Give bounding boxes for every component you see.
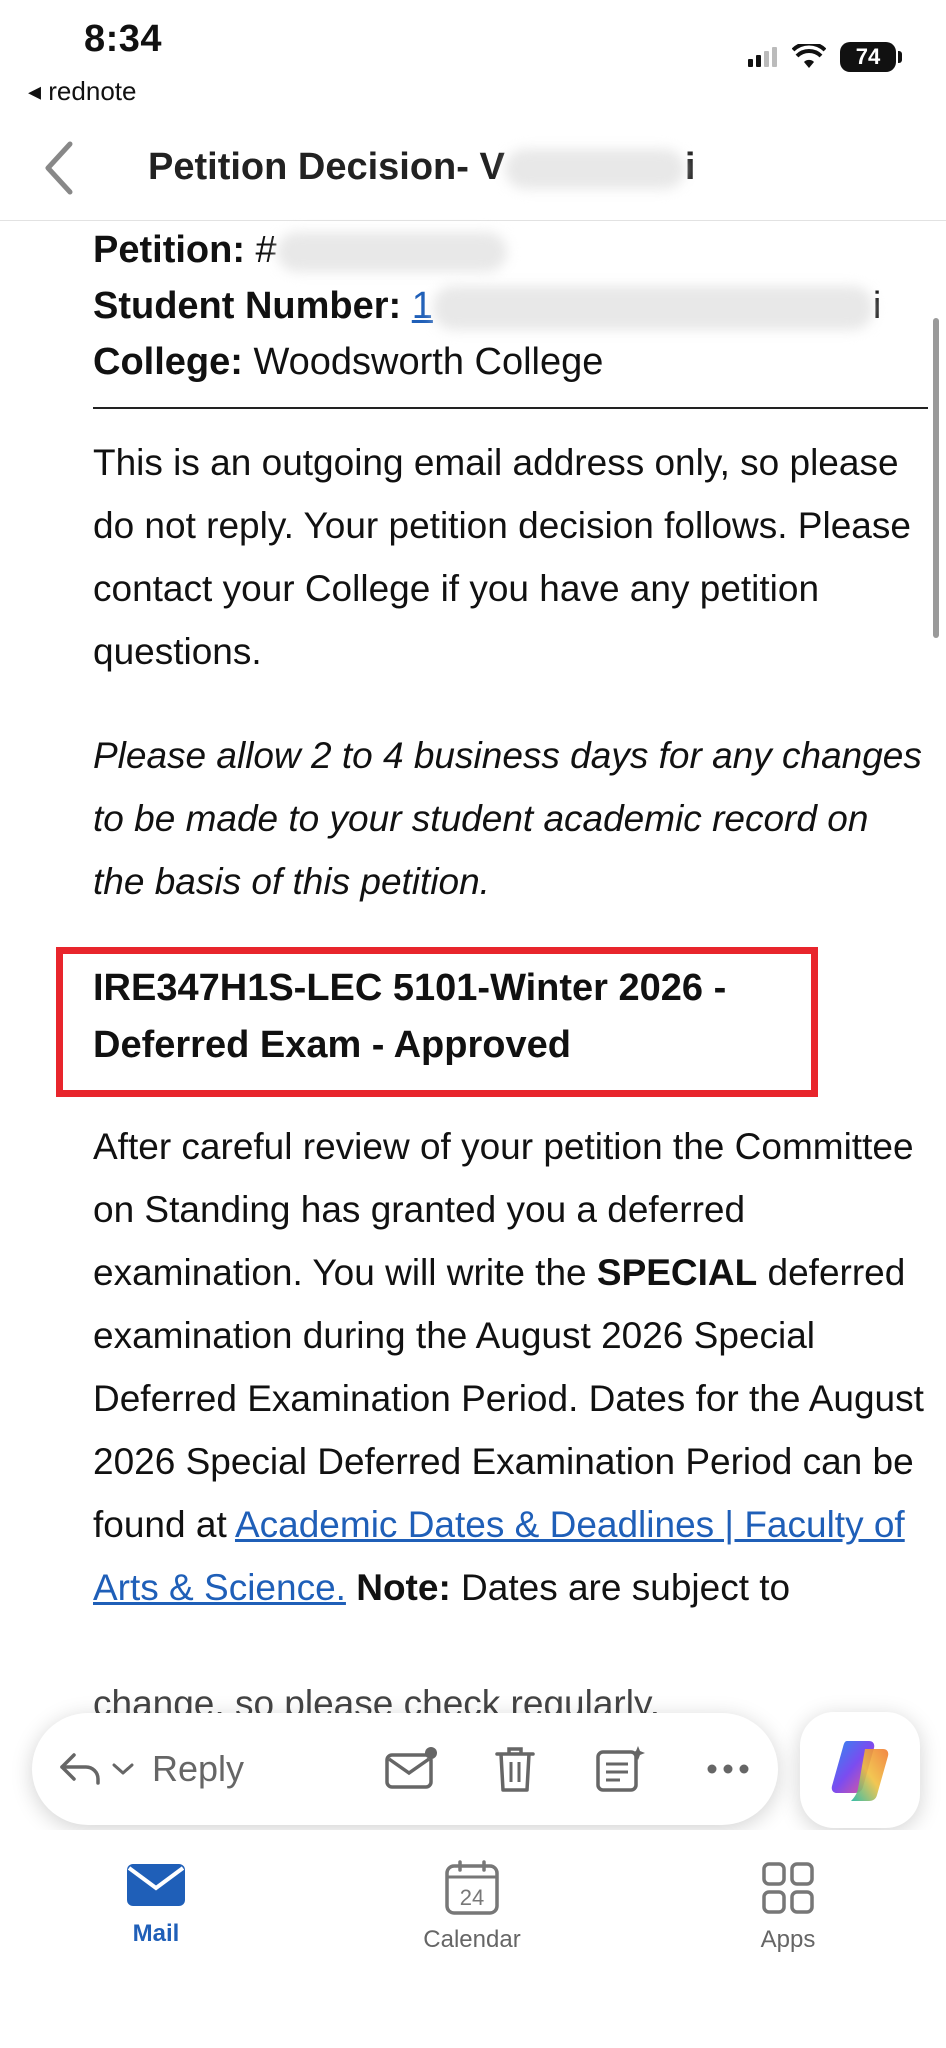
note-text: Dates are subject to — [450, 1567, 791, 1608]
petition-value: # — [255, 229, 277, 271]
mail-icon — [127, 1864, 185, 1906]
more-dots-icon — [707, 1764, 749, 1774]
decision-paragraph: After careful review of your petition th… — [93, 1115, 928, 1619]
student-number-line: Student Number: 1 i — [93, 278, 928, 334]
more-options-button[interactable] — [688, 1713, 768, 1825]
signal-icon — [748, 47, 777, 67]
copilot-button[interactable] — [800, 1712, 920, 1828]
decision-heading-line1: IRE347H1S-LEC 5101-Winter 2026 - — [93, 967, 727, 1009]
summarize-button[interactable] — [580, 1713, 660, 1825]
note-label: Note: — [356, 1567, 451, 1608]
scrollbar[interactable] — [933, 318, 939, 638]
back-to-app-link[interactable]: ◂ rednote — [28, 76, 136, 107]
decision-heading-line2: Deferred Exam - Approved — [93, 1024, 571, 1066]
college-label: College: — [93, 341, 243, 383]
subject-suffix: i — [684, 146, 696, 188]
decision-special: SPECIAL — [596, 1252, 758, 1293]
calendar-day: 24 — [460, 1885, 484, 1910]
apps-grid-icon — [762, 1862, 814, 1914]
redacted-student-number — [432, 285, 873, 330]
tab-apps[interactable]: Apps — [688, 1860, 888, 1954]
student-number-label: Student Number: — [93, 285, 402, 327]
mark-unread-button[interactable] — [372, 1713, 452, 1825]
list-sparkle-icon — [596, 1746, 645, 1792]
decision-heading: IRE347H1S-LEC 5101-Winter 2026 - Deferre… — [93, 960, 853, 1074]
email-screen: 8:34 ◂ rednote 74 Petition Decision- Vi … — [0, 0, 946, 2048]
reply-arrow-icon — [60, 1753, 100, 1785]
college-line: College: Woodsworth College — [93, 334, 928, 390]
tab-calendar[interactable]: 24 Calendar — [372, 1860, 572, 1954]
battery-indicator: 74 — [840, 42, 896, 72]
delete-button[interactable] — [475, 1713, 555, 1825]
status-icons: 74 — [748, 42, 902, 72]
tab-mail[interactable]: Mail — [56, 1860, 256, 1948]
reply-label: Reply — [152, 1748, 245, 1789]
wifi-icon — [792, 44, 826, 68]
tab-mail-label: Mail — [132, 1920, 180, 1947]
battery-tip — [898, 51, 902, 63]
reply-button[interactable]: Reply — [56, 1713, 316, 1825]
status-time: 8:34 — [84, 18, 163, 60]
student-suffix: i — [872, 285, 882, 327]
message-subject: Petition Decision- V i — [148, 146, 695, 189]
student-number-link[interactable]: 1 — [412, 285, 433, 327]
message-header: Petition Decision- V i — [0, 118, 946, 221]
tab-calendar-label: Calendar — [423, 1926, 521, 1953]
calendar-icon: 24 — [445, 1860, 499, 1915]
divider — [93, 407, 928, 409]
trash-icon — [495, 1747, 535, 1792]
petition-line: Petition: # — [93, 222, 928, 278]
tab-apps-label: Apps — [760, 1926, 816, 1953]
decision-text-2: deferred examination during the August 2… — [93, 1252, 924, 1545]
back-chevron-icon[interactable] — [40, 140, 80, 196]
copilot-icon — [831, 1741, 889, 1801]
bottom-tab-bar: Mail 24 Calendar Apps — [0, 1830, 946, 2048]
chevron-down-icon[interactable] — [110, 1759, 136, 1779]
processing-note: Please allow 2 to 4 business days for an… — [93, 735, 922, 902]
email-meta: Petition: # Student Number: 1 i College: … — [93, 222, 928, 390]
redacted-petition — [276, 231, 507, 272]
mail-unread-icon — [385, 1747, 437, 1789]
redacted-name — [504, 148, 685, 189]
college-value: Woodsworth College — [253, 341, 604, 383]
reply-toolbar: Reply — [32, 1713, 778, 1825]
petition-label: Petition: — [93, 229, 245, 271]
intro-paragraph: This is an outgoing email address only, … — [93, 442, 911, 672]
subject-text: Petition Decision- V — [148, 146, 505, 188]
